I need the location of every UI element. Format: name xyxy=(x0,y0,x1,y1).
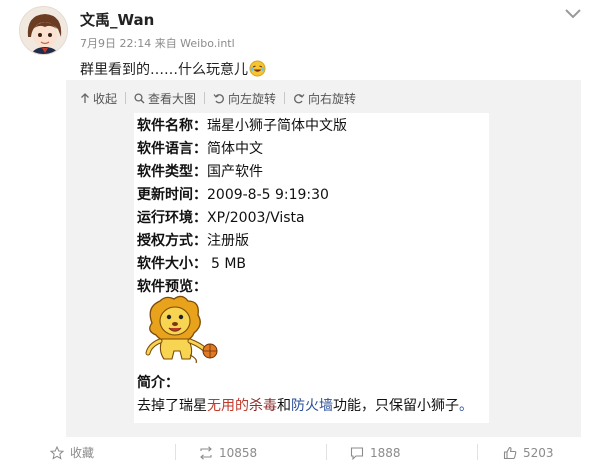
rotate-right-button[interactable]: 向右旋转 xyxy=(293,90,356,107)
info-value: 瑞星小狮子简体中文版 xyxy=(207,118,347,134)
info-label: 软件大小： xyxy=(137,256,207,272)
like-button[interactable]: 5203 xyxy=(503,446,554,460)
intro-text: 去掉了瑞星无用的杀毒和防火墙功能，只保留小狮子。 xyxy=(137,395,473,415)
action-divider xyxy=(175,444,176,460)
intro-segment: 去掉了瑞星 xyxy=(137,398,207,414)
post-text: 群里看到的……什么玩意儿 xyxy=(80,60,266,82)
toolbar-divider xyxy=(284,92,286,104)
intro-segment: 杀毒 xyxy=(249,398,277,414)
favorite-label: 收藏 xyxy=(70,446,95,460)
favorite-button[interactable]: 收藏 xyxy=(50,444,94,461)
info-label: 更新时间： xyxy=(137,187,207,203)
info-label: 软件名称： xyxy=(137,118,207,134)
repost-button[interactable]: 10858 xyxy=(199,446,257,460)
lion-mascot-illustration xyxy=(138,293,222,365)
post-meta: 7月9日 22:14 来自 Weibo.intl xyxy=(80,37,235,50)
info-label: 软件语言： xyxy=(137,141,207,157)
info-label: 运行环境： xyxy=(137,210,207,226)
repost-count: 10858 xyxy=(219,445,258,460)
image-toolbar: 收起 查看大图 向左旋转 向右旋转 xyxy=(66,88,356,108)
info-value: 5 MB xyxy=(211,256,247,272)
toolbar-divider xyxy=(204,92,206,104)
avatar-image xyxy=(20,7,67,54)
info-value: 注册版 xyxy=(207,233,249,249)
info-value: 国产软件 xyxy=(207,164,263,180)
post-text-body: 群里看到的……什么玩意儿 xyxy=(80,62,248,78)
toolbar-divider xyxy=(125,92,127,104)
action-divider xyxy=(326,444,327,460)
intro-segment: 防火墙 xyxy=(291,398,333,414)
comment-count: 1888 xyxy=(370,445,401,460)
intro-segment: 。 xyxy=(459,398,473,414)
info-row-license: 授权方式：注册版 xyxy=(137,232,249,251)
comment-button[interactable]: 1888 xyxy=(350,446,401,460)
view-large-label: 查看大图 xyxy=(148,91,197,106)
like-count: 5203 xyxy=(523,445,554,460)
rotate-left-icon xyxy=(213,93,224,103)
chevron-down-icon[interactable] xyxy=(563,6,583,20)
avatar[interactable] xyxy=(19,6,68,55)
info-row-type: 软件类型：国产软件 xyxy=(137,163,263,182)
intro-label: 简介： xyxy=(137,375,179,391)
repost-icon xyxy=(200,445,212,460)
info-value: XP/2003/Vista xyxy=(207,210,305,226)
intro-segment: 功能，只保留小狮子 xyxy=(333,398,459,414)
comment-icon xyxy=(350,446,364,460)
info-row-size: 软件大小： 5 MB xyxy=(137,255,246,274)
rotate-left-label: 向左旋转 xyxy=(228,91,277,106)
info-row-update-time: 更新时间：2009-8-5 9:19:30 xyxy=(137,186,329,205)
info-label: 授权方式： xyxy=(137,233,207,249)
collapse-label: 收起 xyxy=(93,91,118,106)
magnifier-icon xyxy=(134,92,145,103)
up-arrow-icon xyxy=(81,92,89,103)
info-row-name: 软件名称：瑞星小狮子简体中文版 xyxy=(137,117,347,136)
action-divider xyxy=(477,444,478,460)
laughing-emoji-icon xyxy=(249,60,266,82)
collapse-button[interactable]: 收起 xyxy=(80,90,117,107)
info-label: 软件类型： xyxy=(137,164,207,180)
rotate-right-label: 向右旋转 xyxy=(308,91,357,106)
star-icon xyxy=(50,445,64,460)
action-bar: 收藏 10858 1888 5203 xyxy=(0,437,600,468)
info-value: 2009-8-5 9:19:30 xyxy=(207,187,329,203)
view-large-button[interactable]: 查看大图 xyxy=(134,90,196,107)
rotate-right-icon xyxy=(294,93,305,103)
intro-segment: 无用的 xyxy=(207,398,249,414)
intro-segment: 和 xyxy=(277,398,291,414)
thumbs-up-icon xyxy=(503,446,517,459)
username[interactable]: 文禹_Wan xyxy=(80,11,154,29)
info-row-environment: 运行环境：XP/2003/Vista xyxy=(137,209,305,228)
rotate-left-button[interactable]: 向左旋转 xyxy=(213,90,276,107)
info-value: 简体中文 xyxy=(207,141,263,157)
software-info-image[interactable]: 软件名称：瑞星小狮子简体中文版 软件语言：简体中文 软件类型：国产软件 更新时间… xyxy=(134,113,489,423)
info-row-language: 软件语言：简体中文 xyxy=(137,140,263,159)
